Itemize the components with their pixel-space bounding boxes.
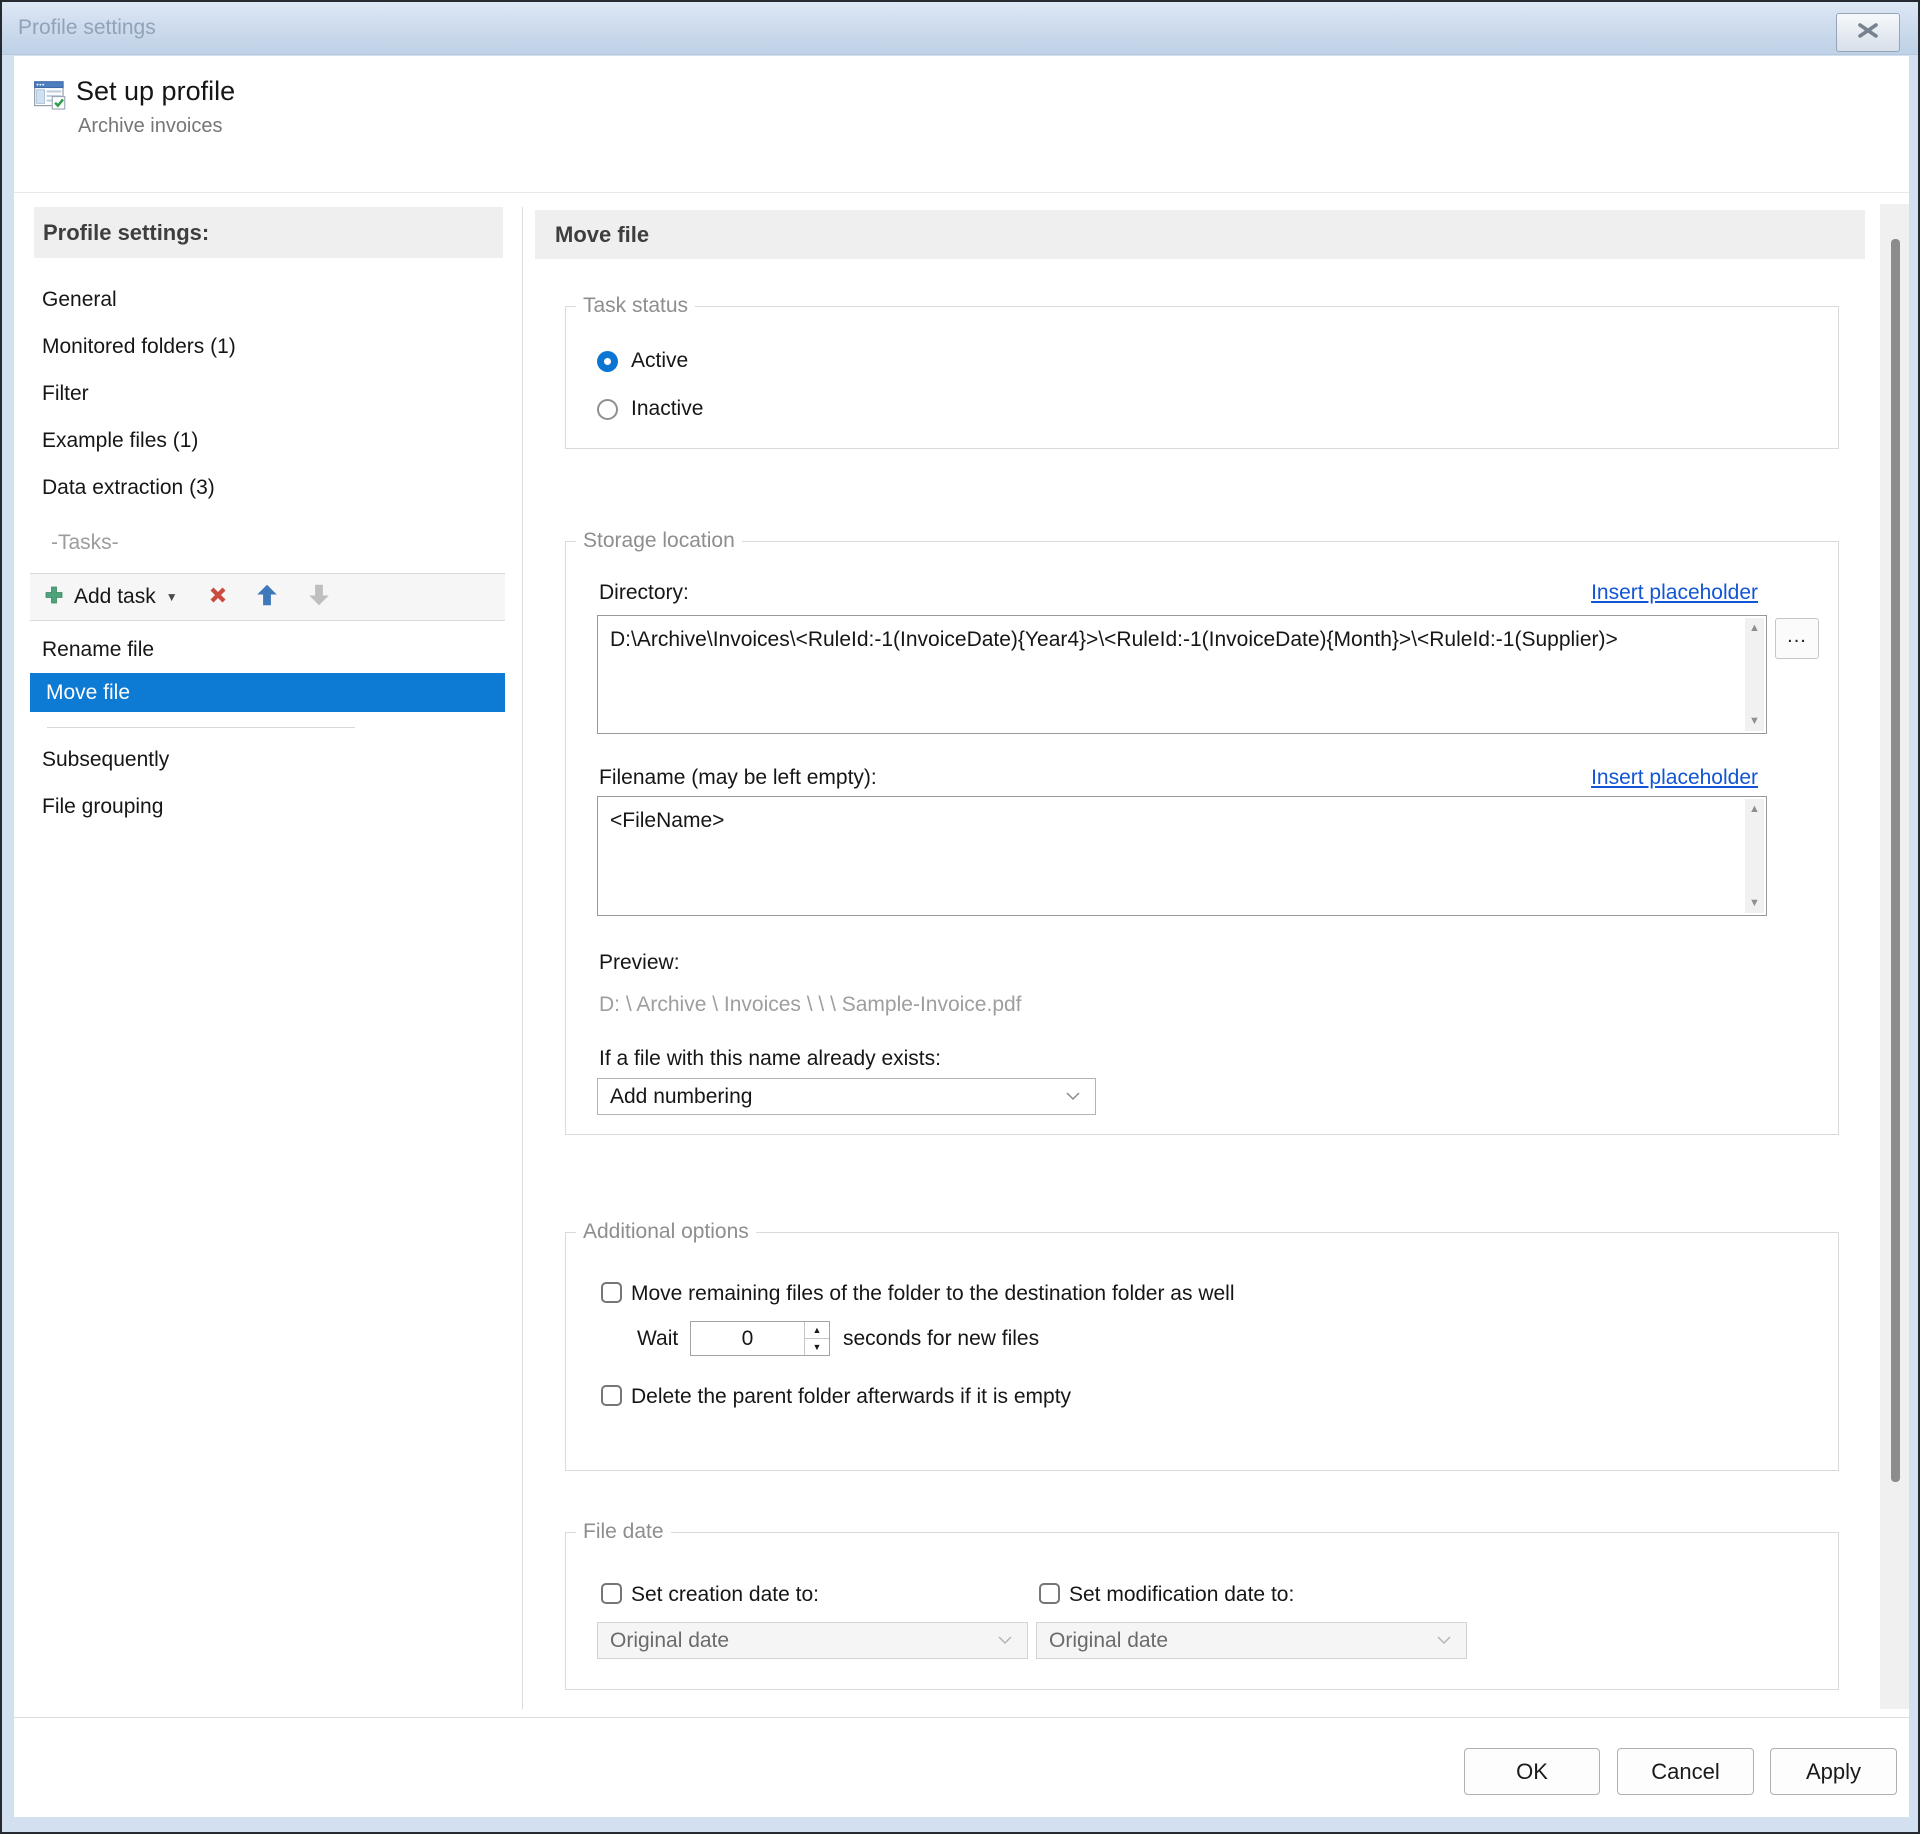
storage-location-group: Storage location Directory: Insert place… <box>565 541 1839 1135</box>
add-task-label: Add task <box>74 585 156 609</box>
sidebar-item-data-extraction[interactable]: Data extraction (3) <box>34 464 434 511</box>
task-status-group: Task status Active Inactive <box>565 306 1839 449</box>
sidebar-item-general[interactable]: General <box>34 276 434 323</box>
radio-inactive-input[interactable] <box>597 399 618 420</box>
filename-label: Filename (may be left empty): <box>599 765 877 791</box>
window-title: Profile settings <box>18 2 156 54</box>
modification-date-dropdown[interactable]: Original date <box>1036 1622 1467 1659</box>
browse-directory-button[interactable]: ... <box>1775 618 1819 659</box>
delete-parent-checkbox[interactable] <box>601 1385 622 1406</box>
sidebar-item-file-grouping[interactable]: File grouping <box>34 783 434 830</box>
scroll-up-icon[interactable]: ▲ <box>1745 803 1764 815</box>
close-icon <box>1856 23 1880 43</box>
move-task-down-button[interactable] <box>306 582 332 613</box>
sidebar-item-subsequently[interactable]: Subsequently <box>34 736 434 783</box>
main-scrollbar[interactable] <box>1880 204 1909 1709</box>
directory-value: D:\Archive\Invoices\<RuleId:-1(InvoiceDa… <box>610 623 1640 656</box>
scroll-up-icon[interactable]: ▲ <box>1745 622 1764 634</box>
sidebar-item-filter[interactable]: Filter <box>34 370 434 417</box>
page-subtitle: Archive invoices <box>78 115 223 138</box>
additional-options-group: Additional options Move remaining files … <box>565 1232 1839 1471</box>
wait-suffix-label: seconds for new files <box>843 1326 1039 1352</box>
radio-inactive-label[interactable]: Inactive <box>631 397 703 421</box>
set-modification-date-label[interactable]: Set modification date to: <box>1069 1582 1294 1608</box>
footer-separator <box>14 1717 1909 1718</box>
insert-placeholder-link-directory[interactable]: Insert placeholder <box>1591 580 1758 606</box>
sidebar-item-monitored-folders[interactable]: Monitored folders (1) <box>34 323 434 370</box>
radio-option-inactive[interactable]: Inactive <box>597 395 703 423</box>
page-title: Set up profile <box>76 76 235 107</box>
radio-active-input[interactable] <box>597 351 618 372</box>
profile-settings-window: Profile settings Set up profile Archiv <box>0 0 1920 1834</box>
wait-spinner[interactable]: 0 ▲ ▼ <box>690 1321 830 1356</box>
delete-parent-label[interactable]: Delete the parent folder afterwards if i… <box>631 1384 1071 1410</box>
chevron-down-icon <box>997 1632 1013 1650</box>
task-item-rename-file[interactable]: Rename file <box>34 626 434 673</box>
profile-icon <box>33 79 67 113</box>
scroll-down-icon[interactable]: ▼ <box>1745 715 1764 727</box>
delete-task-button[interactable] <box>206 583 230 612</box>
sidebar-heading: Profile settings: <box>34 207 503 258</box>
close-button[interactable] <box>1836 13 1900 52</box>
dialog-client-area: Set up profile Archive invoices Profile … <box>14 56 1909 1817</box>
filename-scrollbar[interactable]: ▲ ▼ <box>1745 799 1764 913</box>
move-remaining-label[interactable]: Move remaining files of the folder to th… <box>631 1281 1235 1307</box>
wait-spinner-buttons: ▲ ▼ <box>804 1322 829 1355</box>
creation-date-value: Original date <box>610 1629 997 1653</box>
wait-label: Wait <box>637 1326 678 1352</box>
storage-location-legend: Storage location <box>576 528 742 554</box>
task-item-move-file[interactable]: Move file <box>30 673 505 712</box>
dropdown-caret-icon: ▼ <box>166 590 178 604</box>
main-panel-title: Move file <box>535 210 1865 259</box>
chevron-down-icon <box>1436 1632 1452 1650</box>
task-toolbar: Add task ▼ <box>30 573 505 621</box>
scroll-down-icon[interactable]: ▼ <box>1745 897 1764 909</box>
sidebar-main-separator <box>522 207 523 1709</box>
directory-scrollbar[interactable]: ▲ ▼ <box>1745 618 1764 731</box>
chevron-down-icon <box>1065 1088 1081 1106</box>
task-list-divider <box>47 727 355 728</box>
directory-textarea[interactable]: D:\Archive\Invoices\<RuleId:-1(InvoiceDa… <box>597 615 1767 734</box>
preview-value: D: \ Archive \ Invoices \ \ \ Sample-Inv… <box>599 993 1022 1017</box>
additional-options-legend: Additional options <box>576 1219 756 1245</box>
creation-date-dropdown[interactable]: Original date <box>597 1622 1028 1659</box>
delete-task-icon <box>206 583 230 612</box>
task-status-legend: Task status <box>576 293 695 319</box>
header-separator <box>14 192 1909 193</box>
apply-button[interactable]: Apply <box>1770 1748 1897 1795</box>
ok-button[interactable]: OK <box>1464 1748 1600 1795</box>
add-task-button[interactable]: Add task ▼ <box>42 583 178 612</box>
set-creation-date-checkbox[interactable] <box>601 1583 622 1604</box>
radio-option-active[interactable]: Active <box>597 347 688 375</box>
spin-down-icon[interactable]: ▼ <box>805 1339 829 1355</box>
tasks-section-label: -Tasks- <box>51 519 119 566</box>
window-titlebar: Profile settings <box>2 2 1918 55</box>
file-date-legend: File date <box>576 1519 671 1545</box>
plus-icon <box>42 583 66 612</box>
insert-placeholder-link-filename[interactable]: Insert placeholder <box>1591 765 1758 791</box>
exists-dropdown[interactable]: Add numbering <box>597 1078 1096 1115</box>
filename-value: <FileName> <box>610 804 1640 837</box>
move-task-up-button[interactable] <box>254 582 280 613</box>
preview-label: Preview: <box>599 950 680 976</box>
move-remaining-checkbox[interactable] <box>601 1282 622 1303</box>
arrow-down-icon <box>306 582 332 613</box>
spin-up-icon[interactable]: ▲ <box>805 1322 829 1339</box>
main-scrollbar-thumb[interactable] <box>1891 239 1900 1482</box>
radio-active-label[interactable]: Active <box>631 349 688 373</box>
wait-value[interactable]: 0 <box>691 1322 804 1355</box>
arrow-up-icon <box>254 582 280 613</box>
file-date-group: File date Set creation date to: Set modi… <box>565 1532 1839 1690</box>
directory-label: Directory: <box>599 580 689 606</box>
set-modification-date-checkbox[interactable] <box>1039 1583 1060 1604</box>
set-creation-date-label[interactable]: Set creation date to: <box>631 1582 819 1608</box>
exists-label: If a file with this name already exists: <box>599 1046 941 1072</box>
modification-date-value: Original date <box>1049 1629 1436 1653</box>
sidebar-item-example-files[interactable]: Example files (1) <box>34 417 434 464</box>
filename-textarea[interactable]: <FileName> ▲ ▼ <box>597 796 1767 916</box>
exists-dropdown-value: Add numbering <box>610 1085 1065 1109</box>
cancel-button[interactable]: Cancel <box>1617 1748 1754 1795</box>
